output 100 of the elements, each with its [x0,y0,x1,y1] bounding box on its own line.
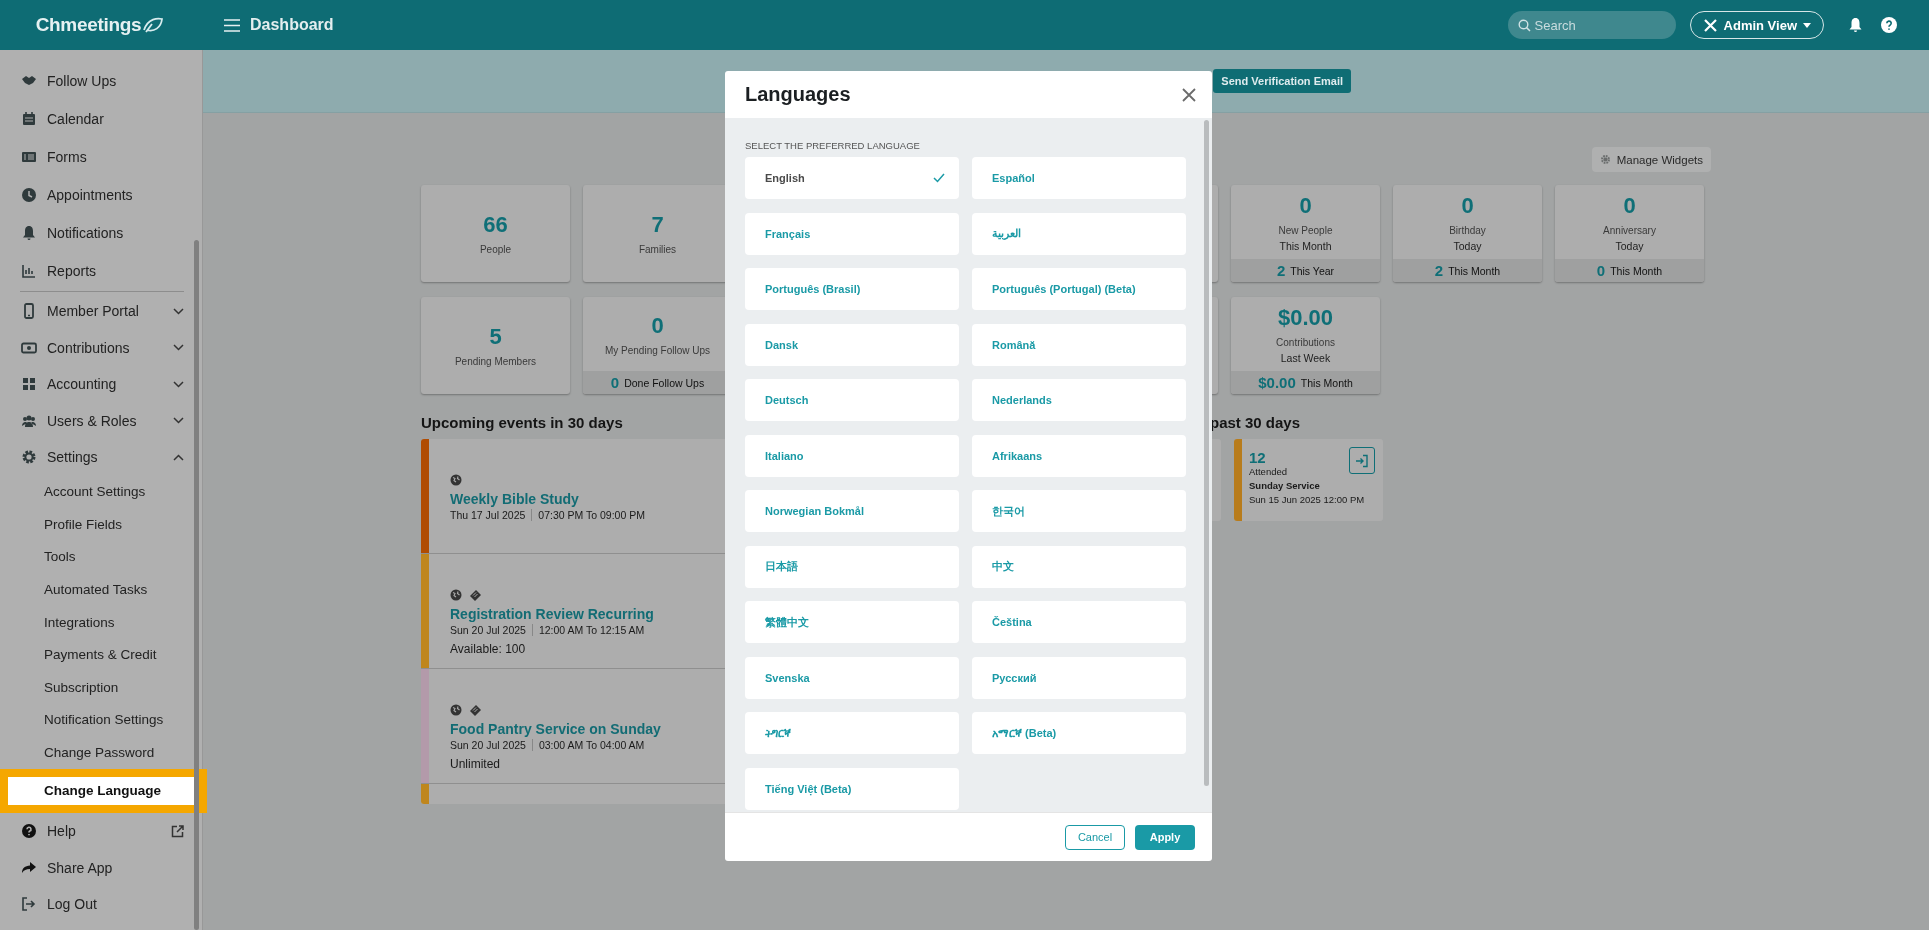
event-title[interactable]: Weekly Bible Study [450,491,645,507]
sidebar-item[interactable]: Follow Ups [8,62,202,100]
footer-label: This Month [1610,264,1663,277]
sidebar-item[interactable]: Forms [8,138,202,176]
language-option[interactable]: 한국어 [972,490,1186,532]
language-option[interactable]: 中文 [972,545,1186,588]
bell-icon [1848,17,1863,33]
apply-button[interactable]: Apply [1135,824,1195,850]
cancel-button[interactable]: Cancel [1065,824,1125,850]
sidebar-subitem[interactable]: Notification Settings [8,703,202,737]
gear-icon [21,449,37,466]
language-option[interactable]: Afrikaans [972,434,1186,477]
section-title: Upcoming events in 30 days [421,414,624,431]
footer-label: Done Follow Ups [624,376,705,389]
language-option[interactable]: Português (Brasil) [745,268,959,310]
language-option[interactable]: 日本語 [745,545,959,588]
language-option[interactable]: Italiano [745,434,959,477]
close-icon [1182,87,1196,102]
sidebar-subitem[interactable]: Integrations [8,605,202,639]
language-option[interactable]: Deutsch [745,379,959,421]
sidebar-subitem[interactable]: Profile Fields [8,508,202,541]
event-title[interactable]: Food Pantry Service on Sunday [450,721,661,737]
language-option[interactable]: Português (Portugal) (Beta) [972,268,1186,310]
footer-label: This Month [1448,264,1501,277]
language-option[interactable]: Русский [972,656,1186,699]
check-icon [933,173,945,183]
sidebar-item[interactable]: Help [8,812,202,850]
event-note: Unlimited [450,757,501,771]
attendance-count: 12 [1249,449,1266,466]
language-option[interactable]: ትግርኛ [745,712,959,754]
sidebar-item[interactable]: Notifications [8,214,202,252]
footer-value: 2 [1276,262,1286,279]
sidebar-item[interactable]: Appointments [8,176,202,214]
stat-label: People [479,244,512,255]
sidebar-item[interactable]: Share App [8,849,202,886]
sidebar-item[interactable]: Contributions [8,329,202,366]
sidebar-subitem[interactable]: Automated Tasks [8,573,202,606]
manage-widgets-button[interactable]: Manage Widgets [1591,147,1711,172]
stat-label: New People [1278,224,1333,236]
sidebar-subitem[interactable]: Payments & Credit [8,638,202,672]
event-time: 03:00 AM To 04:00 AM [538,739,645,751]
chevron-down-icon [173,307,184,315]
sidebar-subitem[interactable]: Change Password [8,736,202,769]
footer-value: 0 [610,374,620,391]
stat-value: 0 [1461,192,1474,219]
language-option[interactable]: Svenska [745,656,959,699]
sidebar-item[interactable]: Users & Roles [8,402,202,439]
sidebar-subitem[interactable]: Tools [8,540,202,574]
chevron-down-icon [173,417,184,425]
clock-icon [21,187,37,203]
sidebar-item[interactable]: Member Portal [8,293,202,330]
sign-in-icon [1355,453,1369,468]
language-option[interactable]: العربية [972,212,1186,255]
sidebar-subitem[interactable]: Change Language [0,768,207,813]
stat-label: Contributions [1276,336,1335,348]
language-option[interactable]: Français [745,212,959,255]
language-option[interactable]: Română [972,323,1186,366]
logout-icon [21,896,37,913]
footer-label: This Month [1300,376,1353,389]
send-verification-email-button[interactable]: Send Verification Email [1213,69,1351,93]
search-field[interactable]: Search [1507,11,1676,39]
stat-sublabel: This Month [1279,239,1332,252]
event-note: Available: 100 [450,642,527,656]
help-icon [1881,17,1897,33]
language-option[interactable]: አማርኛ (Beta) [972,712,1186,754]
sidebar-subitem[interactable]: Subscription [8,671,202,704]
close-button[interactable] [1182,87,1196,102]
sidebar-subitem[interactable]: Account Settings [8,475,202,509]
sidebar-item[interactable]: Settings [8,439,202,476]
attendance-label: Attended [1249,466,1288,477]
footer-value: $0.00 [1258,374,1296,391]
language-option[interactable]: Dansk [745,323,959,366]
sidebar-item[interactable]: Accounting [8,366,202,403]
check-in-button[interactable] [1349,447,1375,474]
stat-label: Pending Members [454,356,537,367]
stat-value: 66 [483,212,508,238]
event-title[interactable]: Registration Review Recurring [450,606,654,622]
stat-value: $0.00 [1277,304,1334,331]
stat-label: Families [638,244,677,255]
language-option[interactable]: 繁體中文 [745,601,959,643]
page-title: Dashboard [250,16,334,34]
menu-icon [224,18,240,32]
sidebar-item[interactable]: Calendar [8,100,202,138]
language-option[interactable]: Nederlands [972,379,1186,421]
language-option[interactable]: English [745,157,959,199]
language-option[interactable]: Norwegian Bokmål [745,490,959,532]
event-time: 12:00 AM To 12:15 AM [538,624,645,636]
sidebar-item[interactable]: Reports [8,252,202,290]
caret-icon [1803,22,1811,28]
footer-value: 0 [1596,262,1606,279]
dialog-title: Languages [745,83,851,106]
event-datetime: Sun 15 Jun 2025 12:00 PM [1249,494,1365,505]
language-option[interactable]: Español [972,157,1186,199]
chart-icon [21,263,37,279]
language-option[interactable]: Čeština [972,601,1186,643]
language-option[interactable]: Tiếng Việt (Beta) [745,767,959,810]
footer-label: This Year [1290,264,1335,277]
stat-value: 0 [1623,192,1636,219]
sidebar-item[interactable]: Log Out [8,885,202,923]
stat-value: 0 [1299,192,1312,219]
